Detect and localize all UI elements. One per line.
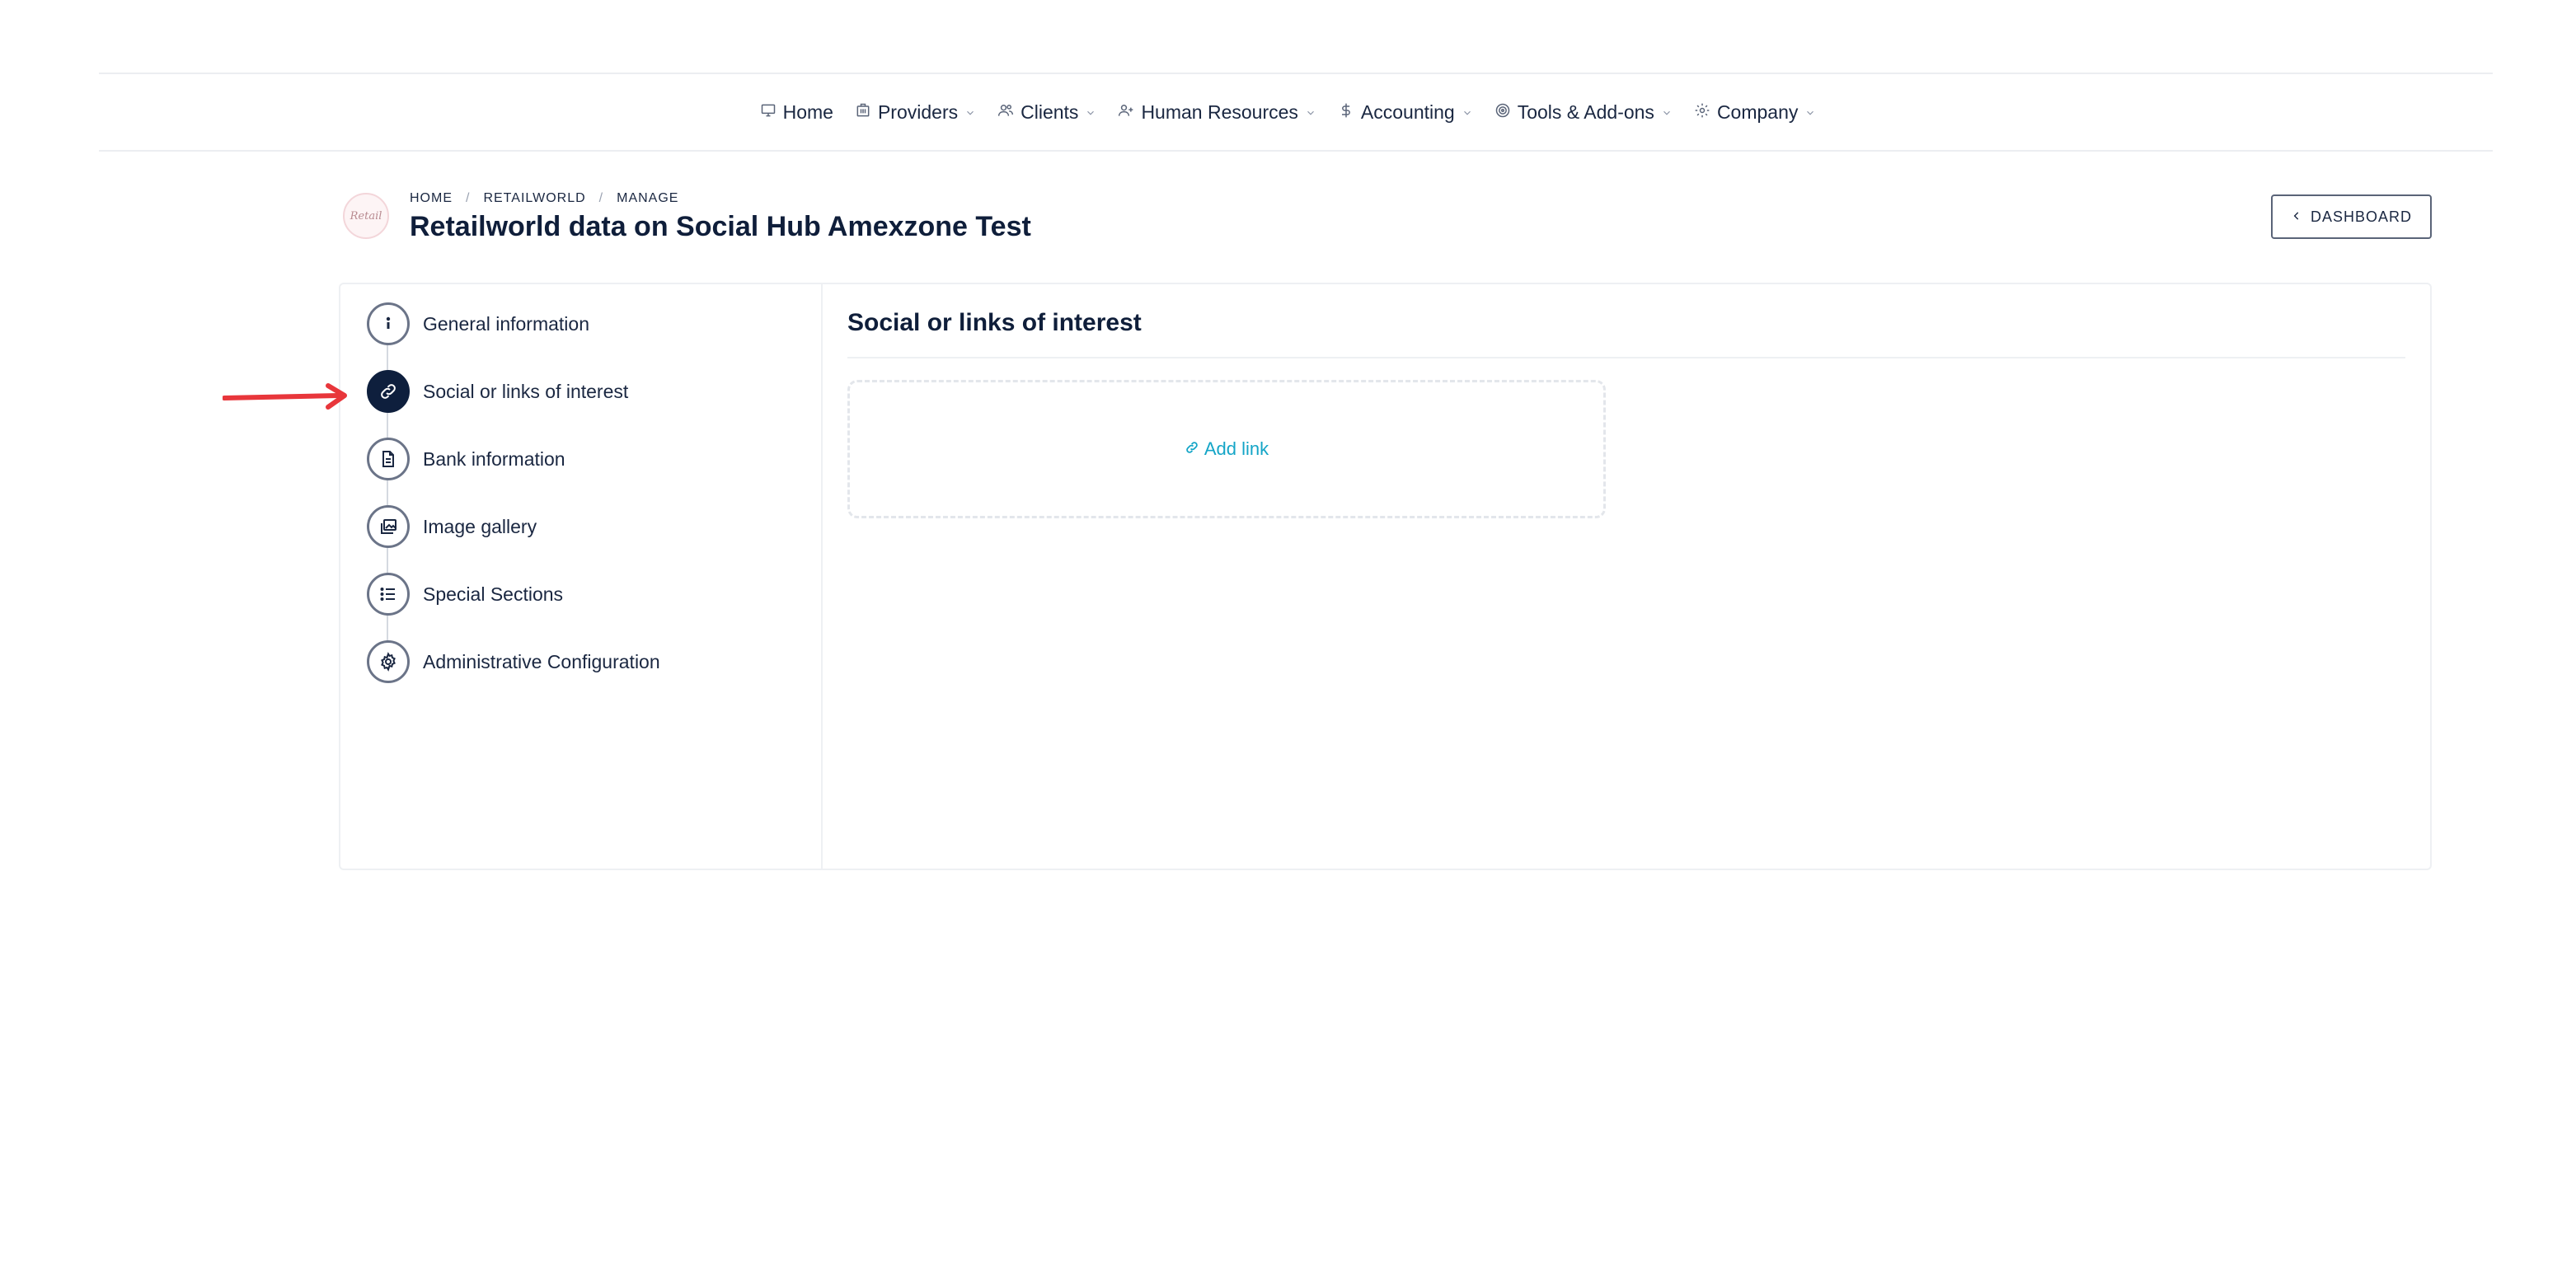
list-icon — [367, 573, 410, 616]
breadcrumb-retailworld[interactable]: RETAILWORLD — [483, 191, 585, 206]
link-icon — [367, 370, 410, 413]
info-icon — [367, 302, 410, 345]
chevron-down-icon — [1462, 101, 1473, 124]
add-link-button[interactable]: Add link — [1185, 438, 1269, 460]
step-label: Special Sections — [423, 583, 564, 605]
gear-icon — [1694, 101, 1710, 124]
annotation-arrow-icon — [223, 383, 347, 410]
nav-accounting[interactable]: Accounting — [1338, 101, 1473, 124]
nav-accounting-label: Accounting — [1360, 101, 1455, 123]
company-logo: Retail — [343, 193, 389, 239]
step-label: Social or links of interest — [423, 380, 629, 402]
step-bank-information[interactable]: Bank information — [367, 438, 565, 480]
chevron-left-icon — [2291, 208, 2302, 226]
breadcrumb-home[interactable]: HOME — [410, 191, 453, 206]
nav-human-resources[interactable]: Human Resources — [1118, 101, 1316, 124]
step-administrative-configuration[interactable]: Administrative Configuration — [367, 640, 660, 683]
step-general-information[interactable]: General information — [367, 302, 589, 345]
section-content: Social or links of interest Add link — [823, 284, 2432, 869]
link-icon — [1185, 438, 1199, 460]
breadcrumb-separator: / — [466, 191, 471, 205]
nav-home-label: Home — [782, 101, 833, 123]
nav-home[interactable]: Home — [760, 101, 833, 124]
nav-clients[interactable]: Clients — [997, 101, 1096, 124]
step-special-sections[interactable]: Special Sections — [367, 573, 563, 616]
dashboard-button[interactable]: DASHBOARD — [2271, 194, 2432, 239]
nav-human-resources-label: Human Resources — [1141, 101, 1298, 123]
step-label: General information — [423, 312, 589, 335]
dollar-icon — [1338, 101, 1354, 124]
section-divider — [847, 357, 2405, 358]
nav-tools-addons-label: Tools & Add-ons — [1517, 101, 1654, 123]
nav-company[interactable]: Company — [1694, 101, 1816, 124]
breadcrumb-manage: MANAGE — [617, 191, 679, 205]
building-icon — [855, 101, 871, 124]
user-plus-icon — [1118, 101, 1134, 124]
chevron-down-icon — [1085, 101, 1096, 124]
add-link-label: Add link — [1204, 438, 1269, 459]
page-header: Retail HOME / RETAILWORLD / MANAGE Retai… — [340, 186, 2432, 249]
main-nav: Home Providers Clients Human Resources A… — [0, 74, 2576, 150]
step-label: Image gallery — [423, 515, 537, 537]
gear-icon — [367, 640, 410, 683]
nav-company-label: Company — [1716, 101, 1799, 123]
step-label: Administrative Configuration — [423, 650, 660, 672]
document-icon — [367, 438, 410, 480]
step-social-links[interactable]: Social or links of interest — [367, 370, 628, 413]
dashboard-button-label: DASHBOARD — [2310, 208, 2413, 225]
add-link-dropzone[interactable]: Add link — [847, 380, 1606, 518]
chevron-down-icon — [1804, 101, 1816, 124]
chevron-down-icon — [964, 101, 976, 124]
manage-card: General information Social or links of i… — [339, 283, 2432, 870]
users-icon — [997, 101, 1014, 124]
chevron-down-icon — [1661, 101, 1673, 124]
nav-clients-label: Clients — [1021, 101, 1079, 123]
section-title: Social or links of interest — [847, 309, 1142, 336]
page-title: Retailworld data on Social Hub Amexzone … — [410, 211, 1031, 242]
breadcrumb: HOME / RETAILWORLD / MANAGE — [410, 191, 678, 206]
nav-providers-label: Providers — [877, 101, 959, 123]
header-divider-bottom — [99, 150, 2493, 152]
images-icon — [367, 505, 410, 548]
step-label: Bank information — [423, 447, 565, 470]
target-icon — [1494, 101, 1511, 124]
nav-tools-addons[interactable]: Tools & Add-ons — [1494, 101, 1673, 124]
nav-providers[interactable]: Providers — [855, 101, 976, 124]
monitor-icon — [760, 101, 777, 124]
steps-sidebar: General information Social or links of i… — [340, 284, 823, 869]
chevron-down-icon — [1305, 101, 1316, 124]
step-image-gallery[interactable]: Image gallery — [367, 505, 537, 548]
breadcrumb-separator: / — [598, 191, 604, 205]
